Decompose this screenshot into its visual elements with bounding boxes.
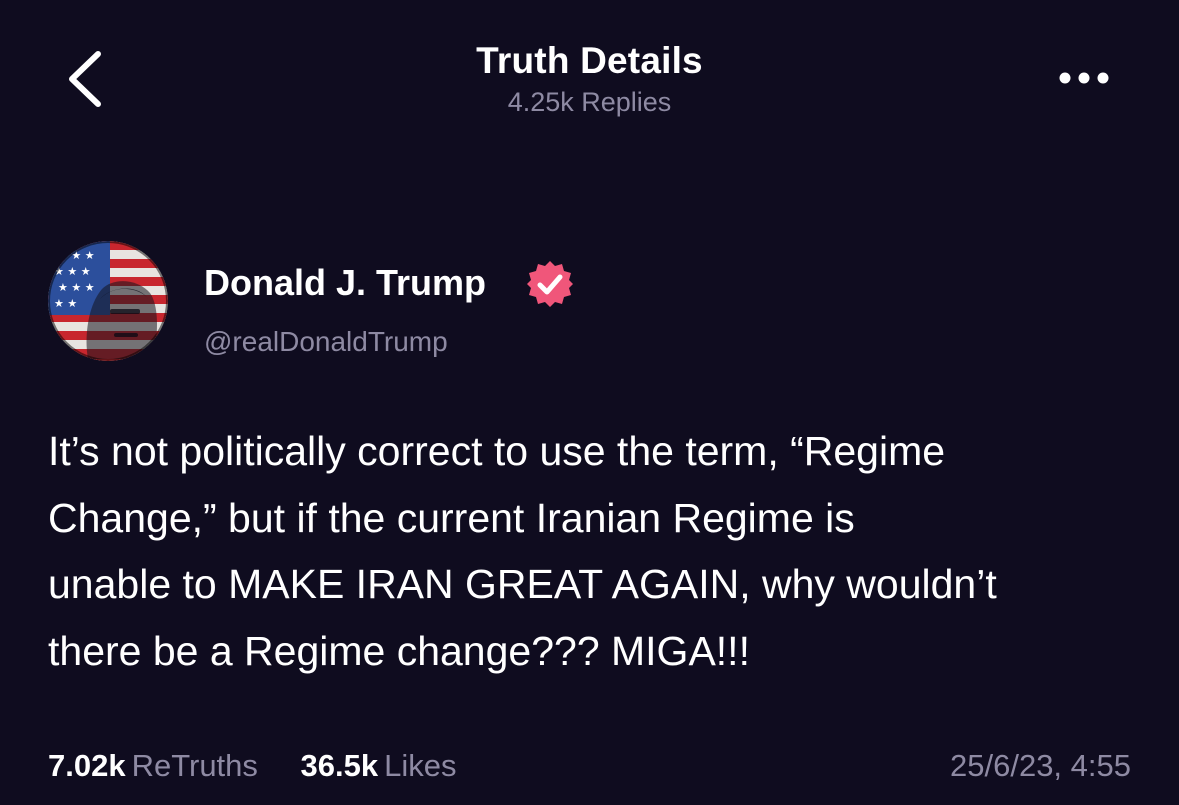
replies-count[interactable]: 4.25k Replies — [0, 87, 1179, 118]
post-timestamp: 25/6/23, 4:55 — [950, 748, 1131, 783]
retruths-count: 7.02k — [48, 748, 126, 783]
flag-portrait-avatar-image: ★ ★ ★ ★ ★ ★ ★ ★ ★ ★ ★ — [48, 241, 168, 361]
post-stats: 7.02k ReTruths 36.5k Likes — [48, 748, 491, 784]
svg-text:★ ★: ★ ★ — [54, 297, 77, 310]
likes-label: Likes — [384, 748, 457, 783]
likes-count: 36.5k — [300, 748, 379, 783]
top-bar: Truth Details 4.25k Replies — [0, 0, 1179, 150]
retruths-stat[interactable]: 7.02k ReTruths — [48, 748, 258, 784]
watermark-fade — [470, 740, 710, 800]
more-horizontal-icon — [1059, 72, 1109, 84]
post-text: It’s not politically correct to use the … — [48, 428, 997, 674]
page-title: Truth Details — [476, 40, 703, 81]
avatar[interactable]: ★ ★ ★ ★ ★ ★ ★ ★ ★ ★ ★ — [48, 241, 168, 361]
verified-badge-icon — [525, 259, 575, 309]
author-name[interactable]: Donald J. Trump — [204, 262, 486, 304]
svg-text:★ ★ ★: ★ ★ ★ — [58, 281, 95, 294]
more-options-button[interactable] — [1050, 60, 1120, 96]
likes-stat[interactable]: 36.5k Likes — [301, 748, 457, 784]
author-handle[interactable]: @realDonaldTrump — [204, 326, 448, 358]
retruths-label: ReTruths — [131, 748, 258, 783]
